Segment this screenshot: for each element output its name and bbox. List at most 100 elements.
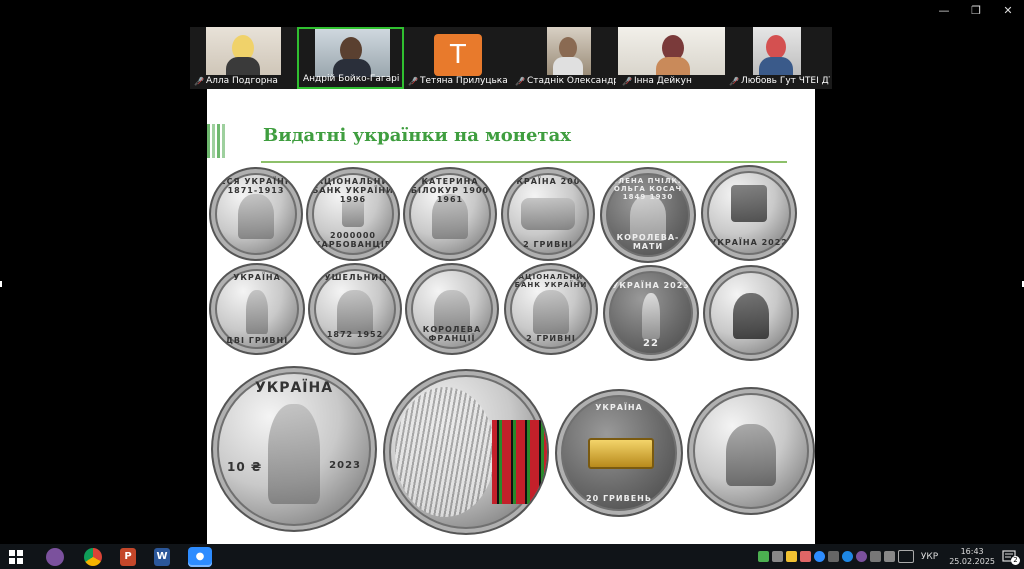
- coin-koroleva-frantsii: КОРОЛЕВА ФРАНЦІЇ: [405, 263, 499, 355]
- windows-start-icon[interactable]: [6, 548, 26, 566]
- participant-name: Андрій Бойко-Гагарін: [303, 74, 400, 84]
- coin-legend-bottom: УКРАЇНА 2022: [710, 238, 788, 247]
- participant-name: Алла Подгорна: [205, 76, 278, 86]
- coin-legend-top: НАЦІОНАЛЬНИЙ БАНК УКРАЇНИ 1996: [309, 177, 397, 204]
- coin-legend-top: ЛЕСЯ УКРАЇНКА 1871-1913: [212, 177, 300, 195]
- coin-legend-bottom: 2000000 КАРБОВАНЦІВ: [314, 231, 392, 249]
- participant-tile[interactable]: 🎤̸ Інна Дейкун: [618, 27, 725, 89]
- coin-kateryna-bilokur: КАТЕРИНА БІЛОКУР 1900 1961: [403, 167, 497, 261]
- coin-embroidery-waves: [383, 369, 549, 535]
- coin-legend-bottom: КОРОЛЕВА ФРАНЦІЇ: [422, 325, 482, 343]
- participant-name: Стаднік Олександр: [526, 76, 616, 86]
- mic-muted-icon: 🎤̸: [729, 76, 739, 86]
- participant-avatar: T: [434, 34, 482, 76]
- participant-video: [547, 27, 591, 75]
- viber-tray-icon[interactable]: [855, 551, 867, 562]
- portrait-relief: [533, 289, 569, 334]
- slide-title: Видатні українки на монетах: [263, 125, 571, 146]
- coin-legend-bottom: 20 ГРИВЕНЬ: [586, 494, 652, 503]
- participant-video: [206, 27, 281, 75]
- mic-muted-icon: 🎤̸: [194, 76, 204, 86]
- coin-legend-bottom: 2 ГРИВНІ: [523, 240, 573, 249]
- bluetooth-icon[interactable]: [841, 551, 853, 562]
- language-indicator[interactable]: УКР: [921, 552, 938, 562]
- network-tray-icon[interactable]: [827, 551, 839, 562]
- coin-legend-bottom: 1872 1952: [326, 330, 384, 339]
- coin-20-hryven-gold-insert: УКРАЇНА 20 ГРИВЕНЬ: [555, 389, 683, 517]
- chrome-icon[interactable]: [84, 547, 102, 566]
- participant-video: [753, 27, 801, 75]
- title-rule: [261, 161, 787, 163]
- participant-tile-active[interactable]: Андрій Бойко-Гагарін: [297, 27, 404, 89]
- coin-legend-bottom: ДВІ ГРИВНІ: [225, 336, 289, 345]
- screen-share-margin-right: [815, 89, 917, 544]
- figures-relief: [268, 403, 320, 505]
- mic-muted-icon: 🎤̸: [515, 76, 525, 86]
- coin-saint-portrait: [687, 387, 815, 515]
- restore-button[interactable]: ❐: [960, 0, 992, 20]
- wifi-icon[interactable]: [883, 551, 895, 562]
- coin-2-hryvni-nbu: НАЦІОНАЛЬНИЙ БАНК УКРАЇНИ 2 ГРИВНІ: [504, 263, 598, 355]
- participant-tile[interactable]: 🎤̸ Стаднік Олександр: [511, 27, 618, 89]
- left-edge-marker: [0, 281, 2, 287]
- figure-relief: [245, 289, 269, 334]
- coin-lesya-ukrainka: ЛЕСЯ УКРАЇНКА 1871-1913: [209, 167, 303, 261]
- cross-ornament: [730, 185, 768, 223]
- scene-relief: [521, 197, 575, 231]
- app-tray-icon[interactable]: [799, 551, 811, 562]
- portrait-relief: [732, 292, 770, 339]
- participant-name: Інна Дейкун: [633, 76, 692, 86]
- taskbar: P W ● УКР 16:43 25.02.2025 2: [0, 544, 1024, 569]
- portrait-relief: [238, 194, 274, 240]
- coin-legend-bottom: 22: [643, 338, 659, 349]
- zoom-tray-icon[interactable]: [813, 551, 825, 562]
- coin-10-hryven-2023: УКРАЇНА 10 ₴ 2023: [211, 366, 377, 532]
- window-controls: — ❐ ✕: [928, 0, 1024, 20]
- clock-time: 16:43: [960, 546, 984, 556]
- notification-icon[interactable]: 2: [1002, 549, 1020, 565]
- zoom-icon[interactable]: ●: [188, 546, 212, 567]
- coin-legend-top: НАЦІОНАЛЬНИЙ БАНК УКРАЇНИ: [511, 273, 591, 289]
- mic-muted-icon: 🎤̸: [408, 76, 418, 86]
- participant-tile[interactable]: 🎤̸ Алла Подгорна: [190, 27, 297, 89]
- notification-count: 2: [1011, 555, 1020, 565]
- app-tray-icon[interactable]: [757, 551, 769, 562]
- participant-gallery: 🎤̸ Алла Подгорна Андрій Бойко-Гагарін T 🎤…: [190, 27, 832, 89]
- coin-ukraina-2022: УКРАЇНА 2022: [701, 165, 797, 261]
- coin-legend-top: УКРАЇНА 2000: [509, 177, 587, 186]
- coin-2-hryvni-2000: УКРАЇНА 2000 2 ГРИВНІ: [501, 167, 595, 261]
- clock-date: 25.02.2025: [949, 556, 995, 566]
- coin-dvi-hryvni: УКРАЇНА ДВІ ГРИВНІ: [209, 263, 305, 355]
- speaker-icon[interactable]: [869, 551, 881, 562]
- participant-video: [618, 27, 725, 75]
- gold-insert: [588, 438, 654, 470]
- slide-decoration: [207, 124, 225, 158]
- folder-tray-icon[interactable]: [785, 551, 797, 562]
- coin-ukraina-2023-22: УКРАЇНА 2023 22: [603, 265, 699, 361]
- participant-name: Тетяна Прилуцька: [419, 76, 508, 86]
- device-tray-icon[interactable]: [771, 551, 783, 562]
- coin-denomination: 10 ₴: [227, 460, 263, 474]
- coin-legend-top: УКРАЇНА: [233, 273, 281, 282]
- coin-olena-pchilka: ОЛЕНА ПЧІЛКА ОЛЬГА КОСАЧ 1849 1930 КОРОЛ…: [600, 167, 696, 263]
- coin-legend-top: ОЛЕНА ПЧІЛКА ОЛЬГА КОСАЧ 1849 1930: [611, 177, 685, 201]
- portrait-relief: [726, 423, 776, 486]
- powerpoint-icon[interactable]: P: [120, 547, 136, 566]
- word-icon[interactable]: W: [154, 547, 170, 566]
- participant-tile[interactable]: 🎤̸Любовь Гут ЧТЕІ ДТЕУ: [725, 27, 832, 89]
- minimize-button[interactable]: —: [928, 0, 960, 20]
- participant-tile[interactable]: T 🎤̸ Тетяна Прилуцька: [404, 27, 511, 89]
- coin-legend-top: УКРАЇНА 2023: [612, 281, 690, 290]
- keyboard-icon[interactable]: [897, 550, 914, 563]
- embroidery-insert: [491, 419, 547, 504]
- coin-legend-bottom: КОРОЛЕВА-МАТИ: [616, 233, 680, 251]
- portrait-relief: [337, 289, 373, 334]
- viber-icon[interactable]: [46, 547, 64, 566]
- coin-legend-top: УКРАЇНА: [595, 403, 643, 412]
- close-button[interactable]: ✕: [992, 0, 1024, 20]
- trident-emblem: [641, 292, 661, 339]
- coin-legend-top: УКРАЇНА: [254, 380, 334, 396]
- clock[interactable]: 16:43 25.02.2025: [949, 547, 995, 567]
- mic-muted-icon: 🎤̸: [622, 76, 632, 86]
- coin-legend-bottom: 2 ГРИВНІ: [526, 334, 576, 343]
